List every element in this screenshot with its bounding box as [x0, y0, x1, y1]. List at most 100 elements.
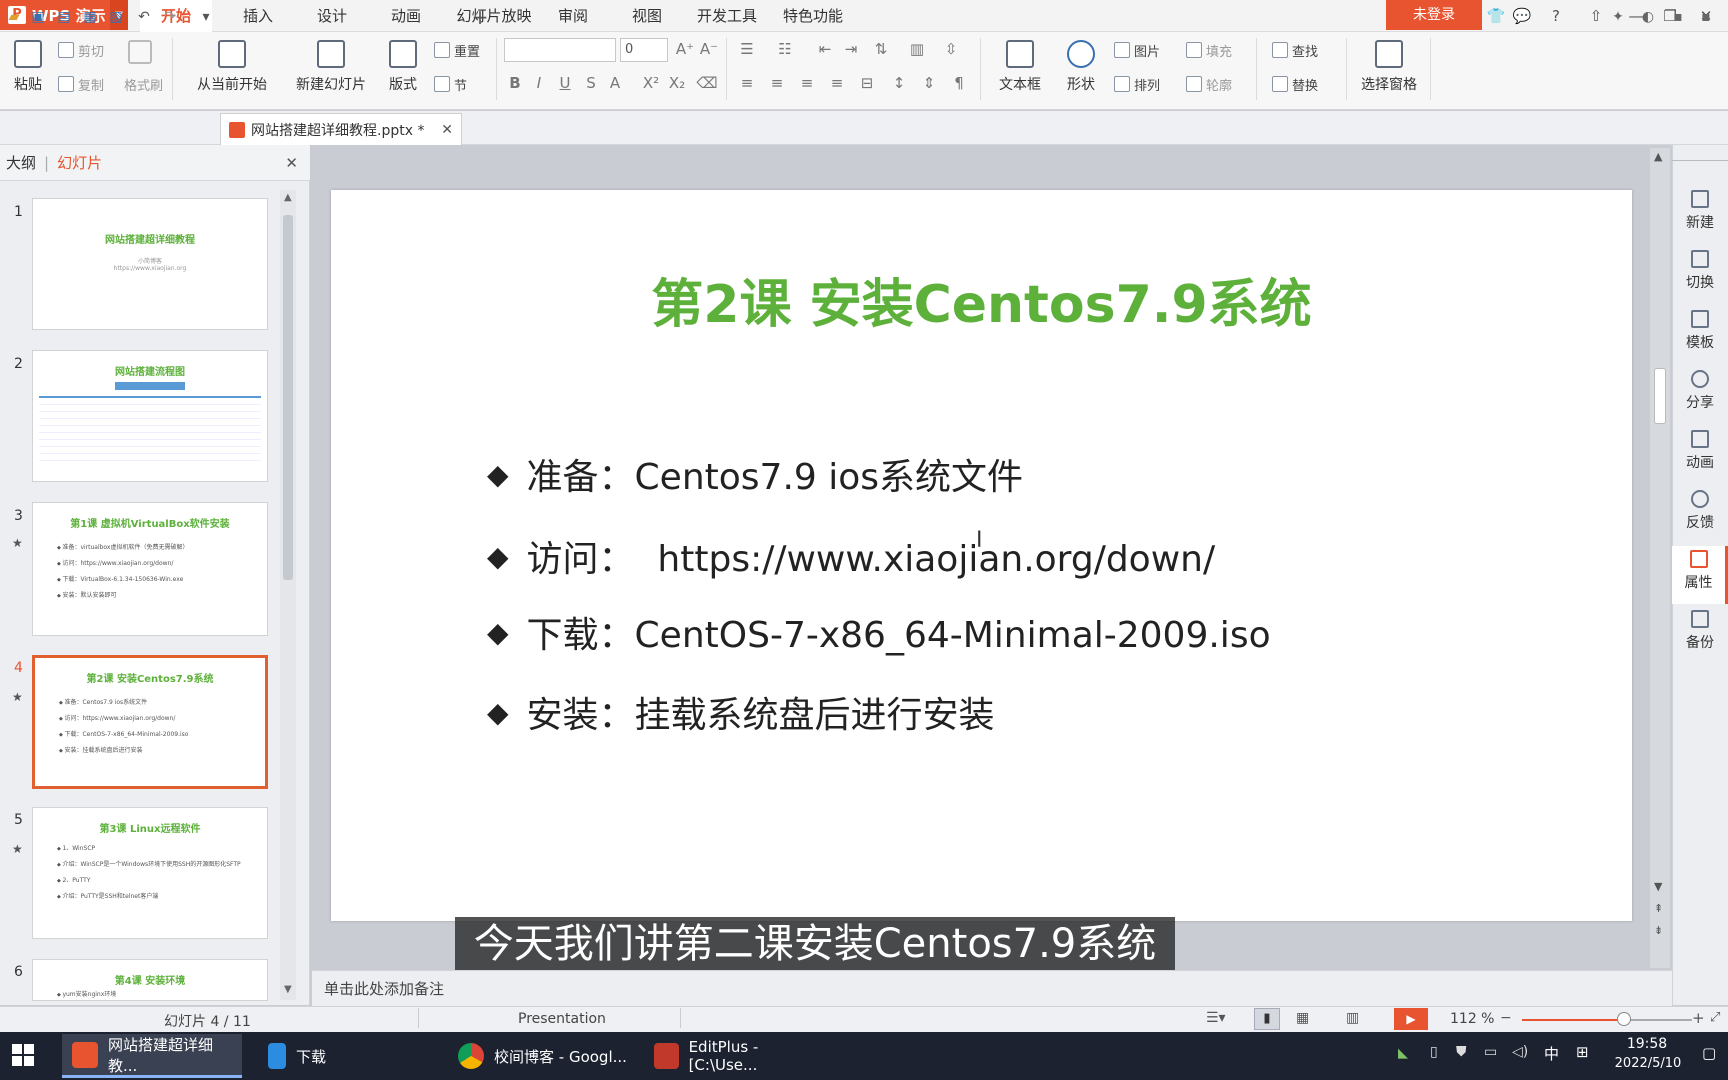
slide-thumbnail[interactable]: 第3课 Linux远程软件 1、WinSCP 介绍：WinSCP是一个Windo… — [32, 807, 268, 939]
clock-date[interactable]: 2022/5/10 — [1598, 1056, 1698, 1071]
slide-thumbnail[interactable]: 网站搭建超详细教程 小简博客 https://www.xiaojian.org — [32, 198, 268, 330]
tab-insert[interactable]: 插入 — [222, 0, 294, 32]
taskbar-wps[interactable]: 网站搭建超详细教... — [62, 1034, 242, 1078]
sidebar-animation[interactable]: 动画 — [1672, 430, 1728, 472]
sidebar-backup[interactable]: 备份 — [1672, 610, 1728, 652]
previous-slide-icon[interactable]: ⇞ — [1654, 902, 1663, 915]
tab-animation[interactable]: 动画 — [370, 0, 442, 32]
shape-button[interactable]: 形状 — [1058, 40, 1104, 94]
window-menu-icon[interactable]: ▪ — [1696, 7, 1716, 27]
slide-bullet[interactable]: ◆ 准备：Centos7.9 ios系统文件 — [487, 448, 1023, 500]
font-color-icon[interactable]: A — [604, 74, 626, 92]
subscript-icon[interactable]: X₂ — [666, 74, 688, 92]
copy-button[interactable]: 复制 — [58, 72, 104, 96]
bold-icon[interactable]: B — [504, 74, 526, 92]
font-size-select[interactable]: 0 — [620, 38, 668, 62]
print-icon[interactable]: ▦ — [80, 7, 100, 27]
slide-thumbnail[interactable]: 网站搭建流程图 — [32, 350, 268, 482]
picture-button[interactable]: 图片 — [1114, 38, 1160, 62]
sidebar-share[interactable]: 分享 — [1672, 370, 1728, 412]
tab-slideshow[interactable]: 幻灯片放映 — [444, 0, 544, 32]
justify-icon[interactable]: ≡ — [826, 74, 848, 92]
outline-tab[interactable]: 大纲 — [6, 152, 36, 173]
notes-pane[interactable]: 单击此处添加备注 — [312, 970, 1672, 1006]
zoom-slider-thumb[interactable] — [1617, 1012, 1631, 1026]
volume-icon[interactable]: ◁) — [1512, 1044, 1528, 1060]
superscript-icon[interactable]: X² — [640, 74, 662, 92]
fill-button[interactable]: 填充 — [1186, 38, 1232, 62]
notes-toggle-icon[interactable]: ☰▾ — [1206, 1010, 1226, 1026]
slide-bullet[interactable]: ◆ 访问： https://www.xiaojian.org/down/ — [487, 530, 1215, 582]
print-preview-icon[interactable]: ▧ — [106, 7, 126, 27]
scroll-down-icon[interactable]: ▼ — [284, 984, 292, 995]
decrease-indent-icon[interactable]: ⇤ — [814, 40, 836, 58]
zoom-level[interactable]: 112 % — [1450, 1011, 1494, 1027]
tab-developer[interactable]: 开发工具 — [690, 0, 764, 32]
undo-icon[interactable]: ↶ — [134, 7, 154, 27]
clock-time[interactable]: 19:58 — [1602, 1036, 1692, 1052]
sidebar-transition[interactable]: 切换 — [1672, 250, 1728, 292]
scroll-down-icon[interactable]: ▼ — [1654, 880, 1662, 893]
arrange-button[interactable]: 排列 — [1114, 72, 1160, 96]
canvas-scrollbar[interactable] — [1650, 148, 1670, 968]
line-spacing-icon[interactable]: ↕ — [888, 74, 910, 92]
align-right-icon[interactable]: ≡ — [796, 74, 818, 92]
fullscreen-icon[interactable]: ▪ — [1668, 7, 1688, 27]
theme-icon[interactable]: ◐ — [1638, 7, 1658, 27]
text-direction-icon[interactable]: ⇅ — [870, 40, 892, 58]
strikethrough-icon[interactable]: S — [580, 74, 602, 92]
slides-tab[interactable]: 幻灯片 — [57, 152, 102, 173]
redo-icon[interactable]: ↷ — [160, 7, 180, 27]
font-family-select[interactable] — [504, 38, 616, 62]
save-icon[interactable]: ▣ — [28, 7, 48, 27]
canvas-scrollbar-thumb[interactable] — [1654, 368, 1666, 424]
increase-indent-icon[interactable]: ⇥ — [840, 40, 862, 58]
tab-review[interactable]: 审阅 — [546, 0, 600, 32]
numbered-list-icon[interactable]: ☷ — [774, 40, 796, 58]
reading-view-icon[interactable]: ▥ — [1346, 1010, 1359, 1026]
decrease-font-icon[interactable]: A⁻ — [698, 40, 720, 58]
sidebar-new[interactable]: 新建 — [1672, 190, 1728, 232]
cut-button[interactable]: 剪切 — [58, 38, 104, 62]
zoom-out-icon[interactable]: − — [1500, 1010, 1512, 1026]
slide-bullet[interactable]: ◆ 安装：挂载系统盘后进行安装 — [487, 686, 995, 738]
text-align-vertical-icon[interactable]: ⇳ — [940, 40, 962, 58]
textbox-button[interactable]: 文本框 — [992, 40, 1048, 94]
close-icon[interactable]: ✕ — [441, 122, 453, 138]
tab-special[interactable]: 特色功能 — [776, 0, 850, 32]
columns-icon[interactable]: ▥ — [906, 40, 928, 58]
windows-start-icon[interactable] — [12, 1044, 34, 1066]
pin-icon[interactable]: ✦ — [1608, 7, 1628, 27]
outline-button[interactable]: 轮廓 — [1186, 72, 1232, 96]
login-button[interactable]: 未登录 — [1386, 0, 1482, 30]
taskbar-downloads[interactable]: 下载 — [258, 1034, 418, 1078]
replace-button[interactable]: 替换 — [1272, 72, 1318, 96]
close-icon[interactable]: ✕ — [285, 154, 298, 172]
new-tab-icon[interactable]: + — [470, 7, 490, 27]
align-center-icon[interactable]: ≡ — [766, 74, 788, 92]
format-painter-button[interactable]: 格式刷 — [124, 72, 163, 96]
slide-thumbnail[interactable]: 第1课 虚拟机VirtualBox软件安装 准备：virtualbox虚拟机软件… — [32, 502, 268, 636]
chevron-down-icon[interactable]: ▾ — [196, 7, 216, 27]
export-pdf-icon[interactable]: ▤ — [54, 7, 74, 27]
underline-icon[interactable]: U — [554, 74, 576, 92]
find-button[interactable]: 查找 — [1272, 38, 1318, 62]
slide-title[interactable]: 第2课 安装Centos7.9系统 — [331, 262, 1632, 337]
network-icon[interactable]: ▭ — [1484, 1044, 1497, 1060]
increase-font-icon[interactable]: A⁺ — [674, 40, 696, 58]
paste-button[interactable]: 粘贴 — [6, 40, 50, 94]
ime-indicator[interactable]: 中 — [1544, 1043, 1559, 1064]
clear-format-icon[interactable]: ⌫ — [696, 74, 718, 92]
help-icon[interactable]: ? — [1544, 4, 1568, 28]
slide[interactable]: 第2课 安装Centos7.9系统 ◆ 准备：Centos7.9 ios系统文件 … — [331, 190, 1632, 921]
next-slide-icon[interactable]: ⇟ — [1654, 924, 1663, 937]
distribute-icon[interactable]: ⊟ — [856, 74, 878, 92]
scroll-up-icon[interactable]: ▲ — [284, 192, 292, 203]
slide-thumbnail-selected[interactable]: 第2课 安装Centos7.9系统 准备：Centos7.9 ios系统文件 访… — [32, 655, 268, 789]
usb-icon[interactable]: ▯ — [1430, 1044, 1438, 1060]
sidebar-properties[interactable]: 属性 — [1672, 546, 1728, 604]
scroll-up-icon[interactable]: ▲ — [1654, 150, 1662, 163]
sorter-view-icon[interactable]: ▦ — [1296, 1010, 1309, 1026]
tab-design[interactable]: 设计 — [296, 0, 368, 32]
panel-scrollbar-thumb[interactable] — [283, 215, 293, 580]
